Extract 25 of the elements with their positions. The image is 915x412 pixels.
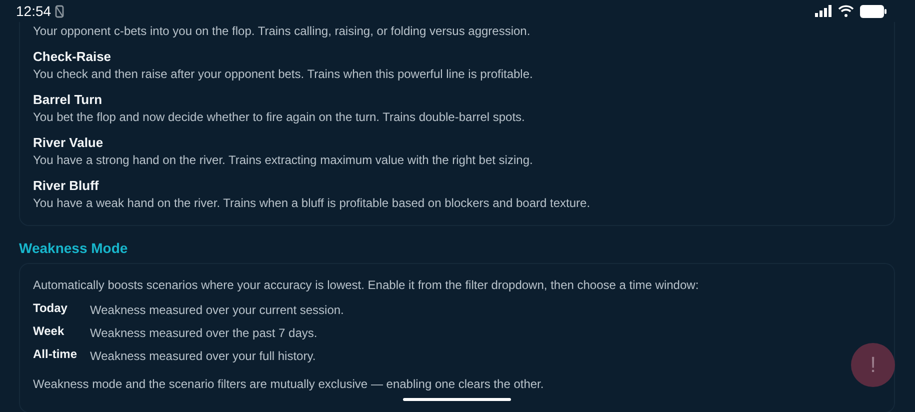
signal-icon <box>815 5 832 17</box>
battery-icon <box>860 4 887 18</box>
section-heading: Weakness Mode <box>19 239 129 257</box>
scenario-description: You bet the flop and now decide whether to fire again on the turn. Trains double-barrel spots. <box>33 109 526 125</box>
scenario-title: River Bluff <box>33 177 100 195</box>
scenario-description: You check and then raise after your opponent bets. Trains when this powerful line is profitable. <box>33 66 534 82</box>
time-window-description: Weakness measured over your full history. <box>90 348 316 364</box>
wifi-icon <box>838 5 854 17</box>
time-window-term: Today <box>33 301 68 315</box>
scenario-title: Barrel Turn <box>33 91 104 109</box>
time-window-term: Week <box>33 324 66 338</box>
scenario-description: You have a strong hand on the river. Trains extracting maximum value with the right bet sizing. <box>33 152 534 168</box>
scenario-description: You have a weak hand on the river. Trains when a bluff is profitable based on blockers and board texture. <box>33 195 592 211</box>
scenario-title: River Value <box>33 134 104 152</box>
alert-button[interactable]: ! <box>851 343 895 387</box>
time-window-description: Weakness measured over your current session. <box>90 302 344 318</box>
scenario-description: Your opponent c-bets into you on the flop. Trains calling, raising, or folding versus aggression. <box>33 23 532 39</box>
status-time: 12:54 <box>16 3 52 19</box>
scenario-title: Check-Raise <box>33 48 112 66</box>
intro-text: Automatically boosts scenarios where your accuracy is lowest. Enable it from the filter dropdown, then choose a time window: <box>33 277 700 293</box>
time-window-description: Weakness measured over the past 7 days. <box>90 325 318 341</box>
home-indicator[interactable] <box>403 398 511 401</box>
sim-card-icon <box>55 4 64 18</box>
time-window-term: All-time <box>33 347 78 361</box>
note-text: Weakness mode and the scenario filters are mutually exclusive — enabling one clears the other. <box>33 376 545 392</box>
